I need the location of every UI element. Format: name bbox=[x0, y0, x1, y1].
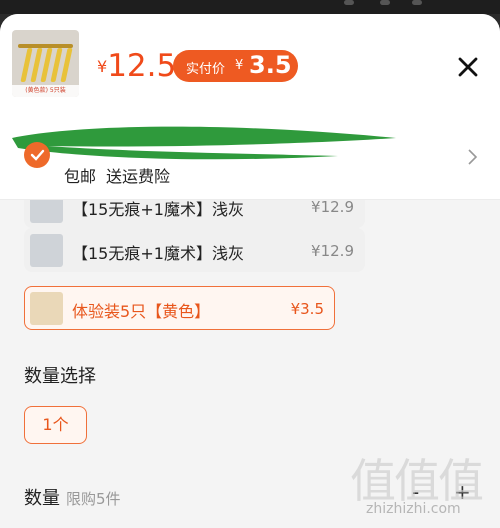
option-price: ¥3.5 bbox=[290, 300, 324, 318]
status-dot bbox=[412, 0, 422, 5]
quantity-chip[interactable]: 1个 bbox=[24, 406, 87, 444]
insurance-label: 送运费险 bbox=[106, 167, 171, 186]
option-thumbnail bbox=[30, 234, 63, 267]
chevron-right-icon[interactable] bbox=[465, 148, 479, 166]
status-dot bbox=[380, 0, 390, 5]
status-dot bbox=[344, 0, 354, 5]
real-price-badge: 实付价 ¥ 3.5 bbox=[173, 50, 298, 82]
shipping-info: 包邮 送运费险 bbox=[64, 163, 180, 187]
thumbnail-caption: (黄色款) 5只装 bbox=[12, 85, 79, 97]
real-price-currency: ¥ bbox=[235, 58, 244, 73]
sku-option-selected[interactable]: 体验装5只【黄色】 ¥3.5 bbox=[24, 286, 335, 330]
sku-option[interactable]: 【15无痕+1魔术】浅灰 ¥12.9 bbox=[24, 228, 365, 272]
purchase-limit: 限购5件 bbox=[66, 490, 121, 508]
option-label: 体验装5只【黄色】 bbox=[72, 302, 211, 321]
redaction-scribble bbox=[12, 126, 396, 160]
quantity-label: 数量 bbox=[24, 488, 60, 509]
option-thumbnail bbox=[30, 292, 63, 325]
product-header: (黄色款) 5只装 ¥12.5 实付价 ¥ 3.5 包邮 送运费险 bbox=[0, 14, 500, 200]
close-icon[interactable] bbox=[455, 54, 481, 80]
option-price: ¥12.9 bbox=[311, 242, 354, 260]
product-price: ¥12.5 bbox=[97, 48, 176, 84]
free-shipping-label: 包邮 bbox=[64, 167, 97, 186]
option-price: ¥12.9 bbox=[311, 198, 354, 216]
quantity-select-title: 数量选择 bbox=[24, 366, 96, 387]
real-price-label: 实付价 bbox=[186, 62, 226, 77]
option-label: 【15无痕+1魔术】浅灰 bbox=[72, 244, 244, 263]
watermark-url: zhizhizhi.com bbox=[366, 501, 461, 517]
product-thumbnail: (黄色款) 5只装 bbox=[12, 30, 79, 97]
price-value: 12.5 bbox=[107, 48, 177, 84]
shipping-icon bbox=[24, 142, 50, 168]
real-price-value: 3.5 bbox=[249, 51, 292, 79]
price-currency: ¥ bbox=[97, 57, 108, 76]
quantity-row: 数量 限购5件 bbox=[24, 484, 121, 510]
watermark: 值值值 zhizhizhi.com bbox=[350, 445, 500, 528]
status-bar-strip bbox=[0, 0, 500, 14]
